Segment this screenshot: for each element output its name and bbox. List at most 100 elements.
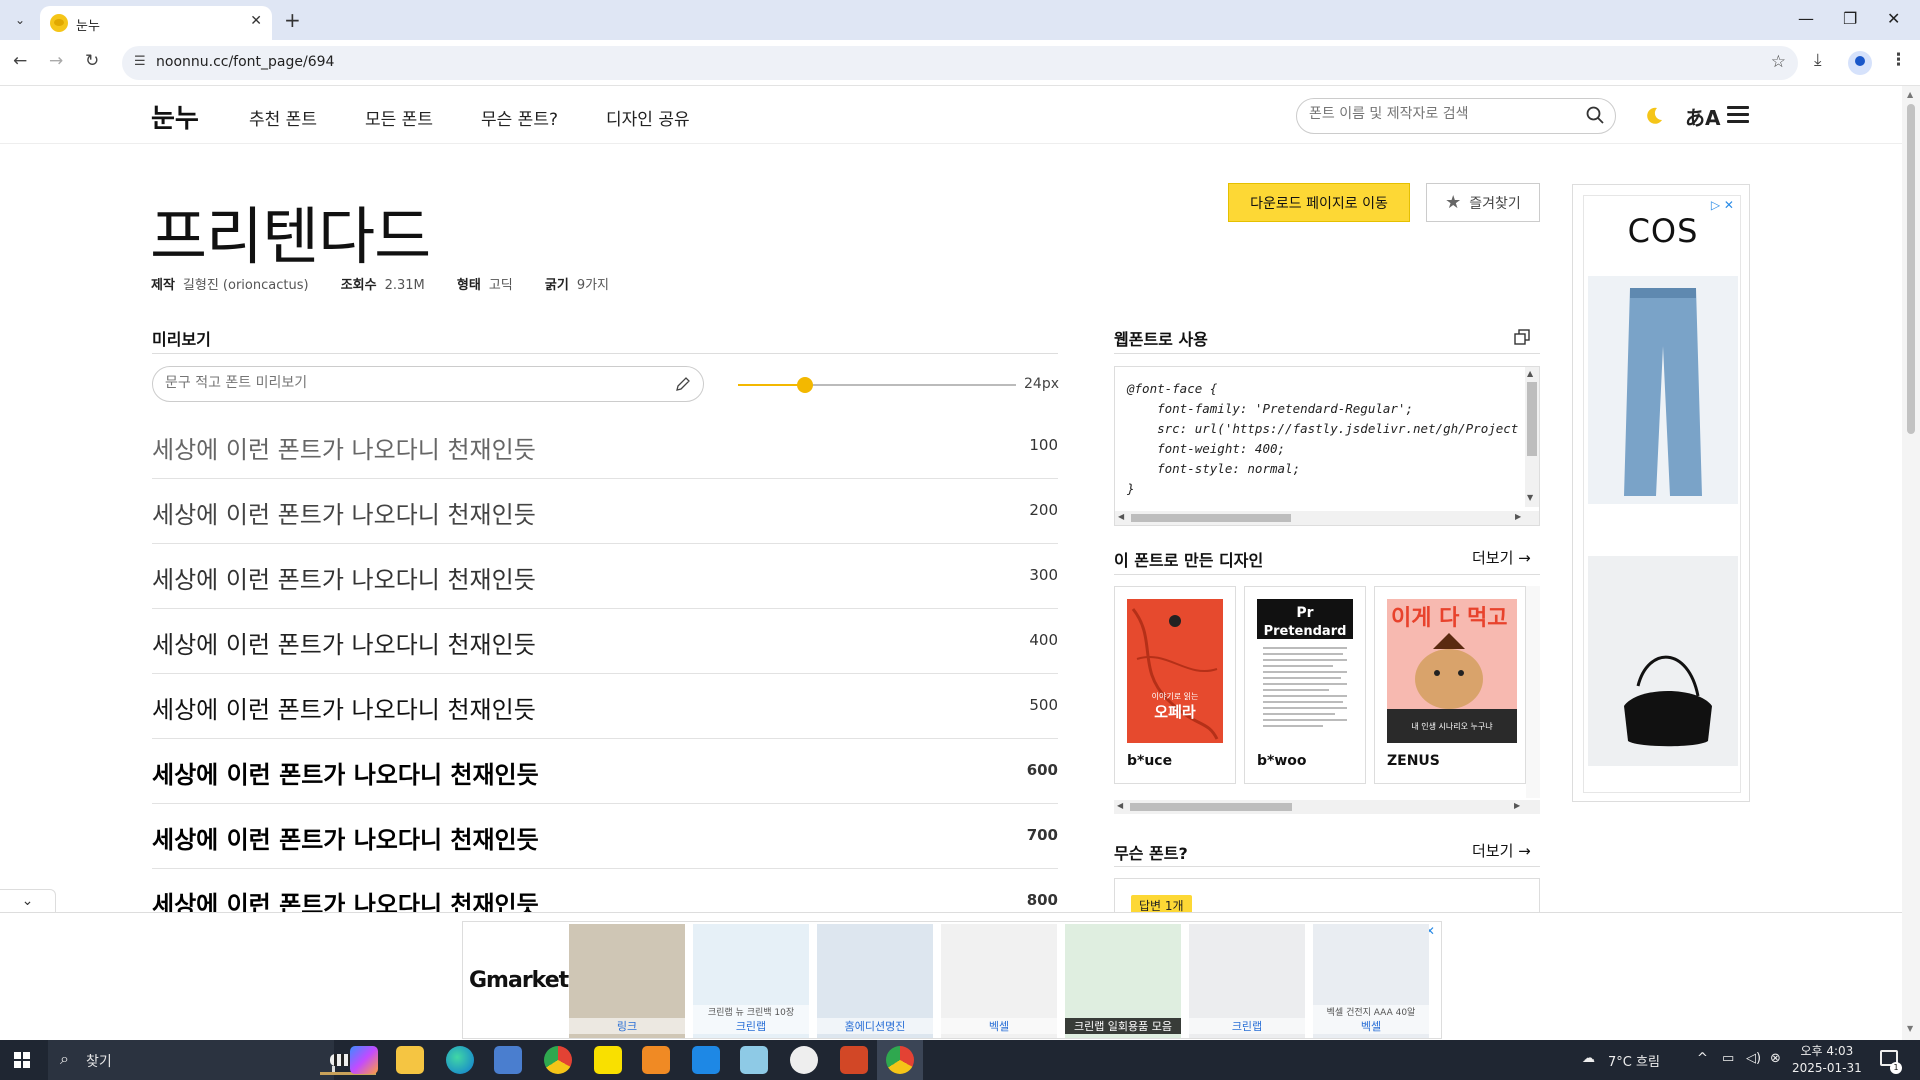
design-horizontal-scrollbar[interactable]: ◀ ▶ — [1114, 800, 1540, 814]
scroll-right-arrow-icon[interactable]: ▶ — [1514, 801, 1520, 810]
code-horizontal-scrollbar[interactable]: ◀ ▶ — [1115, 511, 1539, 525]
new-tab-plus-icon[interactable]: + — [284, 8, 301, 32]
profile-avatar-icon[interactable] — [1848, 51, 1872, 75]
window-restore-icon[interactable]: ❐ — [1843, 9, 1857, 28]
ad-product-tile[interactable]: 크린랩 크린랩 뉴 크린백 10장 — [693, 924, 809, 1038]
ad-product-tile[interactable]: 벡셀 벡셀 건전지 AAA 40알 — [1313, 924, 1429, 1038]
window-minimize-icon[interactable]: — — [1798, 9, 1814, 28]
bag-product-image[interactable] — [1588, 556, 1738, 766]
gmarket-logo[interactable]: Gmarket — [469, 968, 569, 993]
search-icon[interactable] — [1585, 105, 1605, 125]
preview-text-input[interactable] — [165, 375, 655, 391]
notepad-app-icon[interactable] — [740, 1046, 768, 1074]
scroll-thumb[interactable] — [1527, 382, 1537, 456]
jeans-product-image[interactable] — [1588, 276, 1738, 504]
scroll-down-arrow-icon[interactable]: ▼ — [1907, 1024, 1913, 1033]
ad-product-tile[interactable]: 벡셀 — [941, 924, 1057, 1038]
taskbar-clock[interactable]: 오후 4:03 2025-01-31 — [1792, 1043, 1862, 1077]
code-vertical-scrollbar[interactable]: ▲ ▼ — [1525, 367, 1539, 507]
scroll-thumb[interactable] — [1907, 104, 1915, 434]
forward-arrow-icon[interactable]: → — [49, 51, 63, 71]
remote-app-icon[interactable] — [494, 1046, 522, 1074]
volume-icon[interactable]: ◁) — [1746, 1051, 1761, 1066]
copy-icon[interactable] — [1514, 329, 1530, 345]
nav-all-fonts[interactable]: 모든 폰트 — [365, 105, 433, 130]
sync-icon[interactable]: ⊗ — [1770, 1051, 1781, 1066]
designs-more-link[interactable]: 더보기 → — [1472, 547, 1531, 568]
chatgpt-app-icon[interactable] — [790, 1046, 818, 1074]
adchoices-icon[interactable]: ▷ ✕ — [1711, 198, 1734, 212]
nav-what-font[interactable]: 무슨 폰트? — [481, 105, 558, 130]
bookmark-star-icon[interactable]: ☆ — [1771, 52, 1786, 72]
site-info-icon[interactable]: ☰ — [134, 54, 146, 69]
browser-menu-kebab-icon[interactable]: ⋮ — [1890, 50, 1907, 70]
copilot-app-icon[interactable] — [350, 1046, 378, 1074]
network-icon[interactable]: ▭ — [1722, 1051, 1734, 1066]
nav-recommended-fonts[interactable]: 추천 폰트 — [249, 105, 317, 130]
scroll-up-arrow-icon[interactable]: ▲ — [1907, 90, 1913, 99]
side-ad-inner[interactable]: ▷ ✕ COS — [1583, 195, 1741, 793]
weather-text[interactable]: 7°C 흐림 — [1608, 1051, 1660, 1070]
hamburger-menu-icon[interactable] — [1727, 106, 1749, 124]
weight-preview-row: 세상에 이런 폰트가 나오다니 천재인듯 100 — [152, 414, 1058, 479]
webfont-code[interactable]: @font-face { font-family: 'Pretendard-Re… — [1127, 379, 1518, 499]
design-card[interactable]: Pr Pretendard b*woo — [1244, 586, 1366, 784]
scroll-left-arrow-icon[interactable]: ◀ — [1118, 512, 1124, 521]
reload-icon[interactable]: ↻ — [85, 51, 99, 71]
scroll-left-arrow-icon[interactable]: ◀ — [1117, 801, 1123, 810]
tab-close-icon[interactable]: ✕ — [250, 13, 262, 29]
taskbar-search[interactable]: ⌕ 찾기 — [48, 1040, 376, 1080]
chrome-active-app-icon[interactable] — [886, 1046, 914, 1074]
side-advertisement[interactable]: ▷ ✕ COS — [1572, 184, 1750, 802]
address-bar[interactable]: ☰ noonnu.cc/font_page/694 ☆ — [122, 46, 1798, 80]
back-arrow-icon[interactable]: ← — [13, 51, 27, 71]
ad-brand-logo[interactable]: COS — [1584, 212, 1742, 250]
dark-mode-moon-icon[interactable] — [1644, 106, 1664, 126]
ad-product-caption: 크린랩 — [693, 1018, 809, 1034]
design-card[interactable]: 이게 다 먹고 내 인생 시나리오 누구냐 ZENUS — [1374, 586, 1526, 784]
scroll-down-arrow-icon[interactable]: ▼ — [1527, 493, 1533, 502]
address-url[interactable]: noonnu.cc/font_page/694 — [156, 54, 334, 70]
kakaotalk-app-icon[interactable] — [594, 1046, 622, 1074]
site-logo[interactable]: 눈누 — [151, 98, 199, 135]
scroll-up-arrow-icon[interactable]: ▲ — [1527, 369, 1533, 378]
powerpoint-app-icon[interactable] — [840, 1046, 868, 1074]
ad-product-tile[interactable]: 크린랩 일회용품 모음 — [1065, 924, 1181, 1038]
scroll-thumb[interactable] — [1130, 803, 1292, 811]
favorite-button[interactable]: ★ 즐겨찾기 — [1426, 183, 1540, 222]
ad-product-caption: 홈에디션명진 — [817, 1018, 933, 1034]
collapse-ad-chevron-icon[interactable]: ⌄ — [0, 889, 56, 913]
designs-section-title: 이 폰트로 만든 디자인 — [1114, 551, 1264, 570]
font-size-slider[interactable] — [738, 377, 1016, 393]
gmarket-ad[interactable]: Gmarket ▷ ✕ 링크크린랩크린랩 뉴 크린백 10장홈에디션명진벡셀크린… — [462, 921, 1442, 1039]
chrome-app-icon[interactable] — [544, 1046, 572, 1074]
tray-chevron-up-icon[interactable]: ^ — [1697, 1051, 1708, 1066]
weight-preview-row: 세상에 이런 폰트가 나오다니 천재인듯 700 — [152, 804, 1058, 869]
scroll-right-arrow-icon[interactable]: ▶ — [1515, 512, 1521, 521]
window-close-icon[interactable]: ✕ — [1887, 9, 1900, 28]
nav-design-share[interactable]: 디자인 공유 — [606, 105, 690, 130]
ad-product-tile[interactable]: 홈에디션명진 — [817, 924, 933, 1038]
download-page-button[interactable]: 다운로드 페이지로 이동 — [1228, 183, 1410, 222]
page-vertical-scrollbar[interactable]: ▲ ▼ — [1902, 86, 1920, 1040]
download-icon[interactable]: ⤓ — [1814, 50, 1822, 70]
webfont-code-box[interactable]: @font-face { font-family: 'Pretendard-Re… — [1114, 366, 1540, 526]
scroll-thumb[interactable] — [1131, 514, 1291, 522]
browser-tab-active[interactable]: 눈누 ✕ — [40, 6, 272, 40]
design-card[interactable]: 이야기로 읽는 오페라 b*uce — [1114, 586, 1236, 784]
weather-cloud-icon[interactable]: ☁ — [1582, 1051, 1595, 1066]
ad-product-tile[interactable]: 링크 — [569, 924, 685, 1038]
ad-product-tile[interactable]: 크린랩 — [1189, 924, 1305, 1038]
weight-sample-text: 세상에 이런 폰트가 나오다니 천재인듯 — [152, 696, 536, 724]
vscode-app-icon[interactable] — [692, 1046, 720, 1074]
file-explorer-icon[interactable] — [396, 1046, 424, 1074]
tab-search-chevron-icon[interactable]: ⌄ — [8, 8, 32, 32]
whatfont-more-link[interactable]: 더보기 → — [1472, 840, 1531, 861]
slider-thumb[interactable] — [796, 377, 813, 393]
edge-browser-icon[interactable] — [446, 1046, 474, 1074]
design-vertical-scrollbar[interactable] — [1526, 586, 1540, 798]
network-app-icon[interactable] — [642, 1046, 670, 1074]
font-search-input[interactable] — [1309, 106, 1579, 122]
windows-start-icon[interactable] — [14, 1052, 30, 1068]
language-translate-icon[interactable]: あA — [1685, 102, 1720, 131]
